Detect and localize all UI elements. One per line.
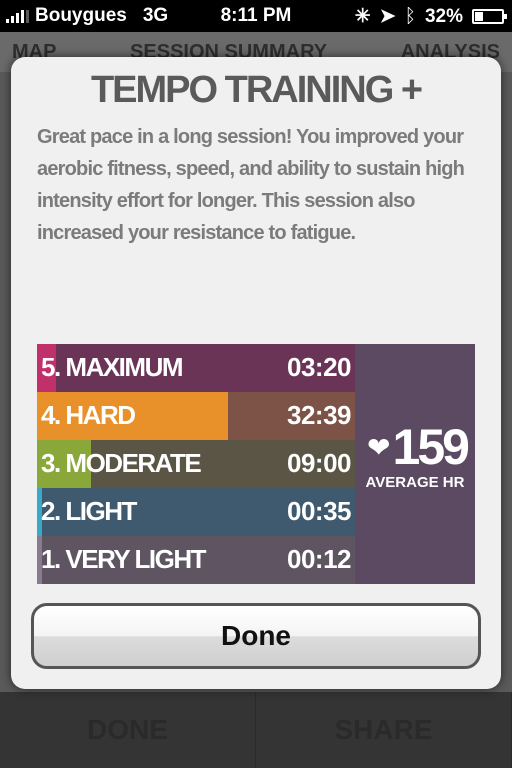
activity-spinner-icon: ✳	[354, 6, 371, 27]
zone-label: 4. HARD	[41, 400, 136, 430]
zone-row-light: 2. LIGHT 00:35	[37, 488, 355, 536]
zone-row-maximum: 5. MAXIMUM 03:20	[37, 344, 355, 392]
heart-rate-zones: 5. MAXIMUM 03:20 4. HARD 32:39 3. MODERA…	[37, 344, 475, 584]
training-result-dialog: TEMPO TRAINING + Great pace in a long se…	[11, 57, 501, 689]
battery-fill	[475, 12, 484, 21]
zone-duration: 00:35	[287, 496, 352, 526]
background-share-button[interactable]: SHARE	[256, 692, 512, 768]
heart-icon: ❤	[367, 431, 391, 463]
zone-duration: 03:20	[287, 352, 352, 382]
average-hr-label: AVERAGE HR	[365, 474, 465, 491]
zone-duration: 09:00	[287, 448, 352, 478]
location-arrow-icon: ➤	[379, 6, 396, 27]
zone-row-hard: 4. HARD 32:39	[37, 392, 355, 440]
zone-duration: 32:39	[287, 400, 352, 430]
zone-row-moderate: 3. MODERATE 09:00	[37, 440, 355, 488]
average-hr-panel: ❤ 159 AVERAGE HR	[355, 344, 475, 584]
dialog-description: Great pace in a long session! You improv…	[37, 126, 465, 244]
background-bottom-bar: DONE SHARE	[0, 692, 512, 768]
battery-icon	[472, 9, 507, 24]
zone-label: 1. VERY LIGHT	[41, 544, 207, 574]
zone-label: 3. MODERATE	[41, 448, 202, 478]
battery-percent: 32%	[424, 5, 463, 27]
average-hr-readout: ❤ 159	[361, 418, 473, 476]
done-button[interactable]: Done	[31, 603, 481, 669]
zone-duration: 00:12	[287, 544, 352, 574]
zone-label: 5. MAXIMUM	[41, 352, 184, 382]
average-hr-value: 159	[392, 419, 470, 475]
status-right: ✳ ➤ ᛒ 32%	[354, 5, 507, 28]
dialog-title: TEMPO TRAINING +	[90, 69, 423, 111]
zone-label: 2. LIGHT	[41, 496, 137, 526]
bluetooth-icon: ᛒ	[404, 5, 416, 27]
status-bar: Bouygues 3G 8:11 PM ✳ ➤ ᛒ 32%	[0, 0, 512, 32]
zone-row-very-light: 1. VERY LIGHT 00:12	[37, 536, 355, 584]
background-done-button[interactable]: DONE	[0, 692, 256, 768]
